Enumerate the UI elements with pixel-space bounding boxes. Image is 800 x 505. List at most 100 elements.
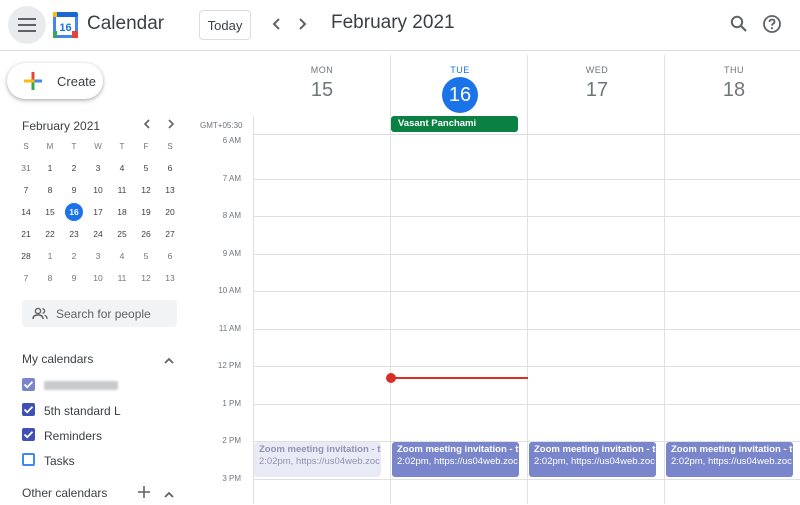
mini-day[interactable]: 12 [135, 268, 157, 288]
plus-icon [138, 486, 150, 498]
mini-day[interactable]: 12 [135, 180, 157, 200]
mini-day[interactable]: 10 [87, 180, 109, 200]
mini-day[interactable]: 17 [87, 202, 109, 222]
all-day-event[interactable]: Vasant Panchami [391, 116, 518, 132]
calendar-event[interactable]: Zoom meeting invitation - tu 2:02pm, http… [529, 442, 656, 477]
hour-label: 8 AM [222, 211, 241, 220]
mini-prev-month-button[interactable] [139, 116, 155, 132]
next-period-button[interactable] [292, 14, 312, 34]
previous-period-button[interactable] [267, 14, 287, 34]
mini-day[interactable]: 13 [159, 268, 181, 288]
mini-day[interactable]: 9 [63, 268, 85, 288]
hour-label: 10 AM [218, 286, 241, 295]
today-button[interactable]: Today [199, 10, 251, 40]
plus-icon [24, 72, 42, 90]
hour-gridline [253, 254, 800, 255]
mini-weekday-header: M [46, 141, 54, 151]
mini-day[interactable]: 8 [39, 268, 61, 288]
hour-gridline [253, 291, 800, 292]
calendar-label: Tasks [44, 454, 75, 468]
column-divider [527, 55, 528, 504]
main-menu-button[interactable] [8, 6, 46, 44]
create-button[interactable]: Create [7, 63, 103, 99]
mini-day[interactable]: 21 [15, 224, 37, 244]
mini-day[interactable]: 23 [63, 224, 85, 244]
help-icon [763, 15, 781, 33]
mini-day-selected[interactable]: 16 [65, 203, 83, 221]
search-button[interactable] [727, 12, 751, 36]
calendar-checkbox[interactable] [22, 378, 35, 391]
mini-day[interactable]: 25 [111, 224, 133, 244]
day-header[interactable]: TUE 16 [391, 55, 529, 113]
mini-day[interactable]: 11 [111, 268, 133, 288]
calendar-checkbox[interactable] [22, 403, 35, 416]
mini-day[interactable]: 4 [111, 158, 133, 178]
calendar-event[interactable]: Zoom meeting invitation - tu 2:02pm, http… [254, 442, 381, 477]
mini-day[interactable]: 26 [135, 224, 157, 244]
mini-day[interactable]: 7 [15, 268, 37, 288]
calendar-label: 5th standard L [44, 404, 121, 418]
mini-day[interactable]: 7 [15, 180, 37, 200]
mini-day[interactable]: 10 [87, 268, 109, 288]
day-header[interactable]: THU 18 [665, 55, 800, 102]
mini-day[interactable]: 14 [15, 202, 37, 222]
mini-day[interactable]: 19 [135, 202, 157, 222]
search-people-field[interactable]: Search for people [22, 300, 177, 327]
mini-next-month-button[interactable] [163, 116, 179, 132]
day-name: MON [310, 65, 334, 75]
mini-day[interactable]: 3 [87, 158, 109, 178]
my-calendars-collapse-button[interactable] [163, 353, 175, 365]
mini-day[interactable]: 31 [15, 158, 37, 178]
current-time-dot [386, 373, 396, 383]
search-icon [730, 15, 747, 32]
hour-gridline [253, 404, 800, 405]
mini-day[interactable]: 20 [159, 202, 181, 222]
mini-day[interactable]: 22 [39, 224, 61, 244]
event-title: Zoom meeting invitation - tu [671, 444, 793, 455]
event-detail: 2:02pm, https://us04web.zoc [397, 456, 518, 467]
day-number[interactable]: 18 [665, 79, 800, 102]
mini-day[interactable]: 1 [39, 158, 61, 178]
other-calendars-collapse-button[interactable] [163, 487, 175, 499]
mini-weekday-header: W [94, 141, 102, 151]
search-people-placeholder: Search for people [56, 307, 151, 321]
day-name: THU [724, 65, 744, 75]
mini-day[interactable]: 18 [111, 202, 133, 222]
mini-day[interactable]: 4 [111, 246, 133, 266]
calendar-label-redacted [44, 381, 118, 390]
mini-day[interactable]: 6 [159, 246, 181, 266]
mini-day[interactable]: 2 [63, 246, 85, 266]
mini-day[interactable]: 5 [135, 158, 157, 178]
calendar-logo[interactable]: 16 [53, 12, 78, 38]
help-button[interactable] [760, 12, 784, 36]
logo-text: 16 [59, 22, 71, 34]
check-icon [23, 381, 34, 389]
day-number[interactable]: 16 [442, 77, 478, 113]
mini-day[interactable]: 28 [15, 246, 37, 266]
hour-label: 7 AM [222, 174, 241, 183]
mini-day[interactable]: 1 [39, 246, 61, 266]
mini-day[interactable]: 6 [159, 158, 181, 178]
calendar-event[interactable]: Zoom meeting invitation - tu 2:02pm, http… [666, 442, 793, 477]
mini-day[interactable]: 13 [159, 180, 181, 200]
calendar-checkbox[interactable] [22, 428, 35, 441]
mini-day[interactable]: 24 [87, 224, 109, 244]
day-number[interactable]: 17 [528, 79, 666, 102]
hour-label: 2 PM [222, 436, 241, 445]
mini-day[interactable]: 5 [135, 246, 157, 266]
day-header[interactable]: MON 15 [253, 55, 391, 102]
mini-day[interactable]: 9 [63, 180, 85, 200]
add-other-calendar-button[interactable] [137, 485, 151, 499]
day-number[interactable]: 15 [253, 79, 391, 102]
other-calendars-title: Other calendars [22, 486, 108, 500]
calendar-checkbox[interactable] [22, 453, 35, 466]
mini-day[interactable]: 3 [87, 246, 109, 266]
mini-day[interactable]: 15 [39, 202, 61, 222]
calendar-event[interactable]: Zoom meeting invitation - tu 2:02pm, http… [392, 442, 519, 477]
mini-day[interactable]: 8 [39, 180, 61, 200]
mini-day[interactable]: 11 [111, 180, 133, 200]
mini-day[interactable]: 2 [63, 158, 85, 178]
day-header[interactable]: WED 17 [528, 55, 666, 102]
mini-weekday-header: F [143, 141, 149, 151]
mini-day[interactable]: 27 [159, 224, 181, 244]
